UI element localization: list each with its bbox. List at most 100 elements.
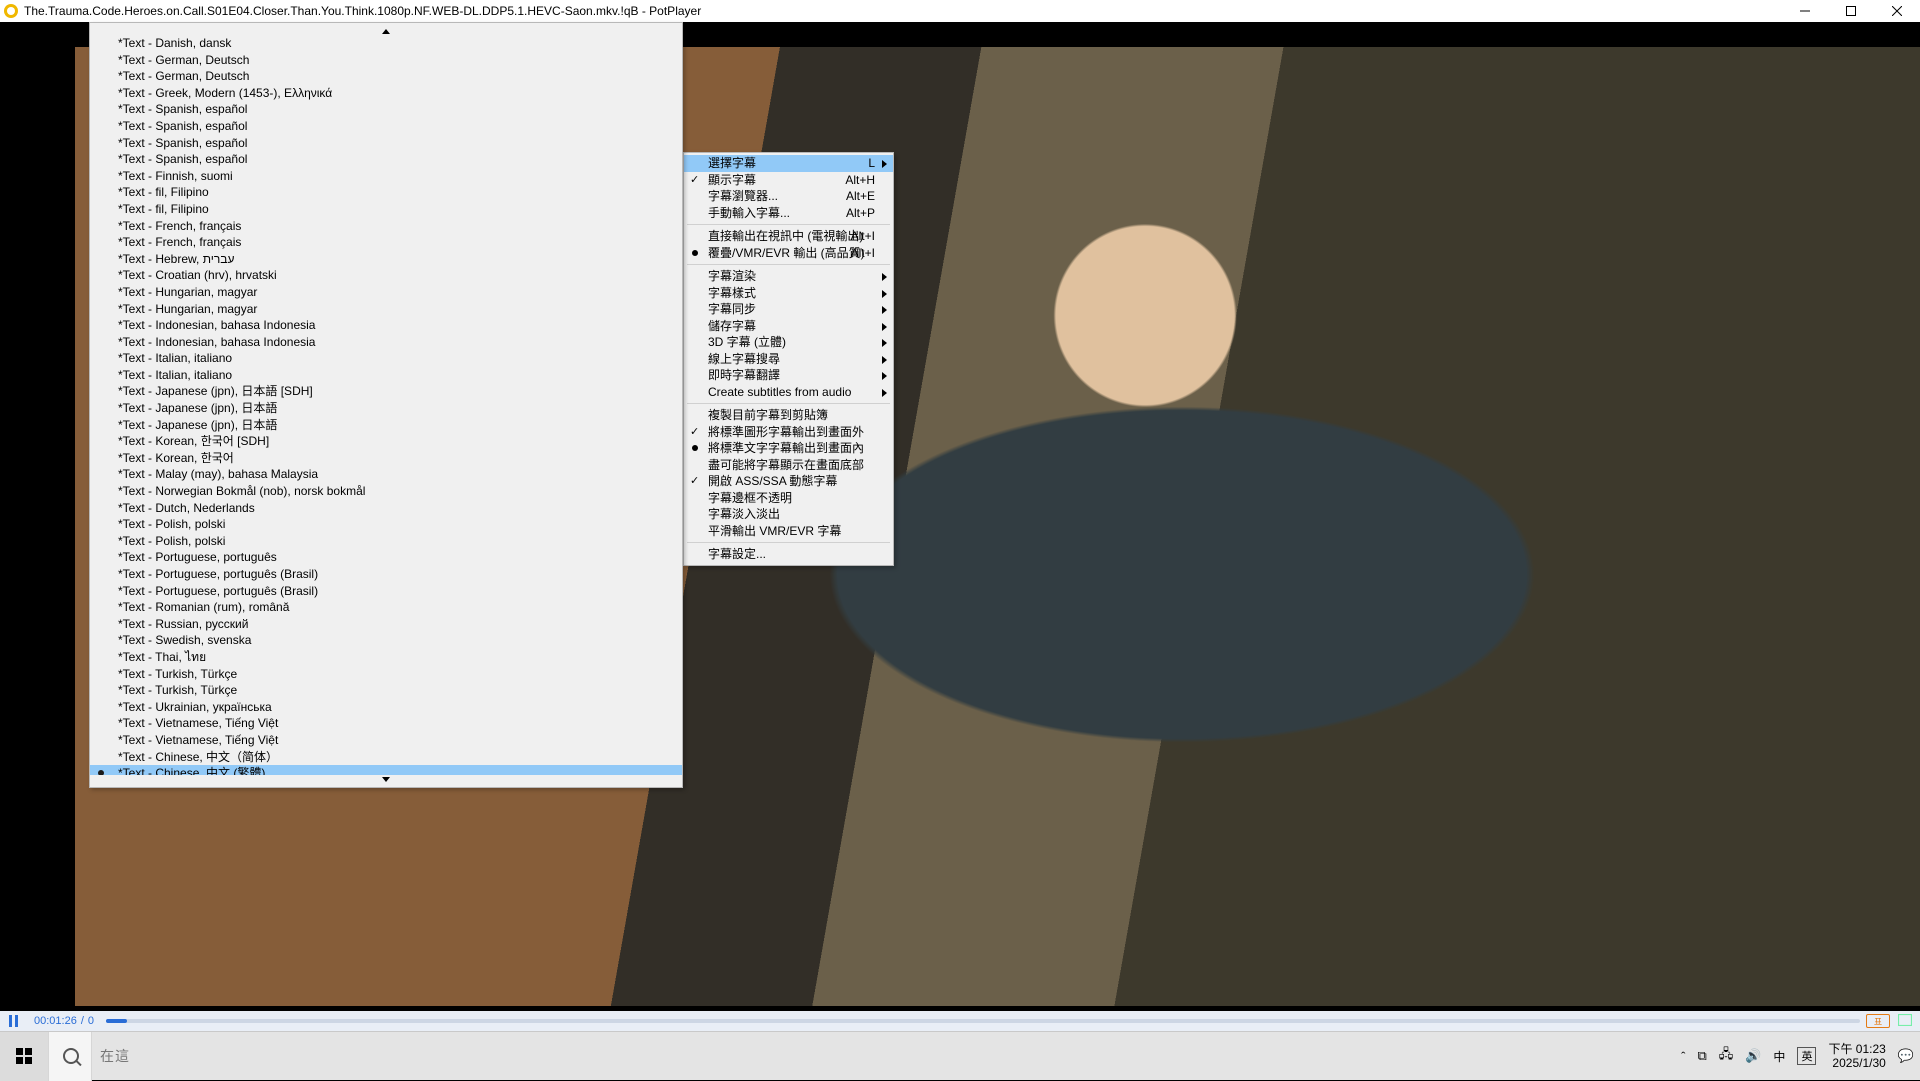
subtitle-track-item[interactable]: *Text - Spanish, español [90,151,682,168]
notifications-icon[interactable]: 💬 [1898,1048,1914,1064]
menu-shortcut: L [868,155,875,172]
search-placeholder[interactable]: 在這 [100,1046,130,1066]
subtitle-track-item[interactable]: *Text - Chinese, 中文（简体） [90,749,682,766]
subtitle-track-item[interactable]: *Text - Spanish, español [90,135,682,152]
subtitle-track-item[interactable]: *Text - Italian, italiano [90,350,682,367]
subtitle-track-item[interactable]: *Text - Portuguese, português (Brasil) [90,583,682,600]
subtitle-track-item[interactable]: *Text - Indonesian, bahasa Indonesia [90,317,682,334]
menu-item[interactable]: 盡可能將字幕顯示在畫面底部 [684,457,893,474]
menu-item[interactable]: 選擇字幕L [684,155,893,172]
taskbar-clock[interactable]: 下午 01:23 2025/1/30 [1828,1042,1885,1070]
subtitle-track-item[interactable]: *Text - Spanish, español [90,118,682,135]
ime-lang-1[interactable]: 中 [1773,1048,1785,1065]
subtitle-track-item[interactable]: *Text - Portuguese, português (Brasil) [90,566,682,583]
menu-item[interactable]: 即時字幕翻譯 [684,367,893,384]
menu-item[interactable]: 將標準圖形字幕輸出到畫面外 [684,424,893,441]
subtitle-track-item[interactable]: *Text - Vietnamese, Tiếng Việt [90,732,682,749]
menu-item[interactable]: 字幕瀏覽器...Alt+E [684,188,893,205]
menu-shortcut: Alt+I [851,245,875,262]
taskbar: 在這 ˆ ⧉ 🖧 🔊 中 英 下午 01:23 2025/1/30 💬 [0,1031,1920,1080]
start-button[interactable] [0,1032,48,1081]
menu-item[interactable]: 字幕設定... [684,546,893,563]
subtitle-track-item[interactable]: *Text - Danish, dansk [90,35,682,52]
subtitle-track-item[interactable]: *Text - Korean, 한국어 [SDH] [90,433,682,450]
subtitle-track-item[interactable]: *Text - Romanian (rum), română [90,599,682,616]
subtitle-track-item[interactable]: *Text - Turkish, Türkçe [90,682,682,699]
subtitle-track-item[interactable]: *Text - German, Deutsch [90,68,682,85]
menu-item[interactable]: 字幕淡入淡出 [684,506,893,523]
menu-shortcut: Alt+H [845,172,875,189]
menu-item[interactable]: 儲存字幕 [684,318,893,335]
menu-item[interactable]: 將標準文字字幕輸出到畫面內 [684,440,893,457]
subtitle-track-item[interactable]: *Text - Dutch, Nederlands [90,500,682,517]
app-icon [4,4,18,18]
subtitle-track-item[interactable]: *Text - Hungarian, magyar [90,284,682,301]
subtitle-track-item[interactable]: *Text - Russian, русский [90,616,682,633]
menu-item[interactable]: 字幕同步 [684,301,893,318]
menu-item[interactable]: 字幕渲染 [684,268,893,285]
subtitle-track-item[interactable]: *Text - Vietnamese, Tiếng Việt [90,715,682,732]
subtitle-track-item[interactable]: *Text - Polish, polski [90,516,682,533]
menu-item[interactable]: Create subtitles from audio [684,384,893,401]
subtitle-track-item[interactable]: *Text - Hebrew, עברית [90,251,682,268]
subtitle-track-item[interactable]: *Text - Croatian (hrv), hrvatski [90,267,682,284]
subtitle-track-item[interactable]: *Text - Indonesian, bahasa Indonesia [90,334,682,351]
minimize-button[interactable] [1782,0,1828,22]
subtitle-track-item[interactable]: *Text - Portuguese, português [90,549,682,566]
menu-scroll-down[interactable] [90,775,682,783]
time-current: 00:01:26 [34,1015,77,1027]
menu-item[interactable]: 手動輸入字幕...Alt+P [684,205,893,222]
network-icon[interactable]: 🖧 [1719,1045,1734,1067]
ime-lang-2[interactable]: 英 [1797,1047,1816,1065]
subtitle-track-item[interactable]: *Text - Korean, 한국어 [90,450,682,467]
menu-item[interactable]: 複製目前字幕到剪貼簿 [684,407,893,424]
fullscreen-button[interactable] [1898,1014,1912,1029]
quality-badge[interactable]: 표 [1866,1014,1890,1028]
subtitle-track-item[interactable]: *Text - Japanese (jpn), 日本語 [SDH] [90,383,682,400]
subtitle-track-item[interactable]: *Text - Italian, italiano [90,367,682,384]
subtitle-track-item[interactable]: *Text - Spanish, español [90,101,682,118]
subtitle-track-item[interactable]: *Text - Swedish, svenska [90,632,682,649]
pause-button[interactable] [0,1011,28,1031]
maximize-button[interactable] [1828,0,1874,22]
titlebar[interactable]: The.Trauma.Code.Heroes.on.Call.S01E04.Cl… [0,0,1920,22]
subtitle-track-item[interactable]: *Text - Japanese (jpn), 日本語 [90,417,682,434]
menu-shortcut: Alt+E [846,188,875,205]
menu-shortcut: Alt+I [851,228,875,245]
menu-scroll-up[interactable] [90,27,682,35]
subtitle-track-item[interactable]: *Text - Ukrainian, українська [90,699,682,716]
menu-item[interactable]: 線上字幕搜尋 [684,351,893,368]
subtitle-track-item[interactable]: *Text - Norwegian Bokmål (nob), norsk bo… [90,483,682,500]
close-button[interactable] [1874,0,1920,22]
taskbar-search[interactable] [48,1032,92,1081]
subtitle-track-item[interactable]: *Text - French, français [90,218,682,235]
subtitle-track-item[interactable]: *Text - fil, Filipino [90,184,682,201]
menu-item[interactable]: 平滑輸出 VMR/EVR 字幕 [684,523,893,540]
subtitle-track-item[interactable]: *Text - German, Deutsch [90,52,682,69]
menu-item[interactable]: 3D 字幕 (立體) [684,334,893,351]
menu-item[interactable]: 開啟 ASS/SSA 動態字幕 [684,473,893,490]
menu-item[interactable]: 顯示字幕Alt+H [684,172,893,189]
subtitle-track-menu: *Text - Danish, dansk*Text - German, Deu… [89,22,683,788]
subtitle-track-item[interactable]: *Text - Thai, ไทย [90,649,682,666]
clock-time: 下午 01:23 [1828,1042,1885,1056]
subtitle-track-item[interactable]: *Text - Malay (may), bahasa Malaysia [90,466,682,483]
volume-icon[interactable]: 🔊 [1745,1048,1761,1064]
seek-bar[interactable] [106,1019,1860,1023]
subtitle-track-item[interactable]: *Text - Finnish, suomi [90,168,682,185]
subtitle-track-item[interactable]: *Text - Greek, Modern (1453-), Ελληνικά [90,85,682,102]
player-controls: 00:01:26 / 0 표 [0,1011,1920,1031]
menu-item[interactable]: 字幕樣式 [684,285,893,302]
subtitle-track-item[interactable]: *Text - fil, Filipino [90,201,682,218]
menu-item[interactable]: 直接輸出在視訊中 (電視輸出)Alt+I [684,228,893,245]
onedrive-icon[interactable]: ⧉ [1697,1048,1706,1064]
subtitle-track-item[interactable]: *Text - Hungarian, magyar [90,301,682,318]
subtitle-track-item[interactable]: *Text - Japanese (jpn), 日本語 [90,400,682,417]
menu-item[interactable]: 覆疊/VMR/EVR 輸出 (高品質)Alt+I [684,245,893,262]
subtitle-track-item[interactable]: *Text - French, français [90,234,682,251]
subtitle-track-item[interactable]: *Text - Polish, polski [90,533,682,550]
subtitle-track-item[interactable]: *Text - Turkish, Türkçe [90,666,682,683]
subtitle-track-item[interactable]: *Text - Chinese, 中文 (繁體) [90,765,682,775]
menu-item[interactable]: 字幕邊框不透明 [684,490,893,507]
tray-chevron-icon[interactable]: ˆ [1681,1049,1685,1064]
